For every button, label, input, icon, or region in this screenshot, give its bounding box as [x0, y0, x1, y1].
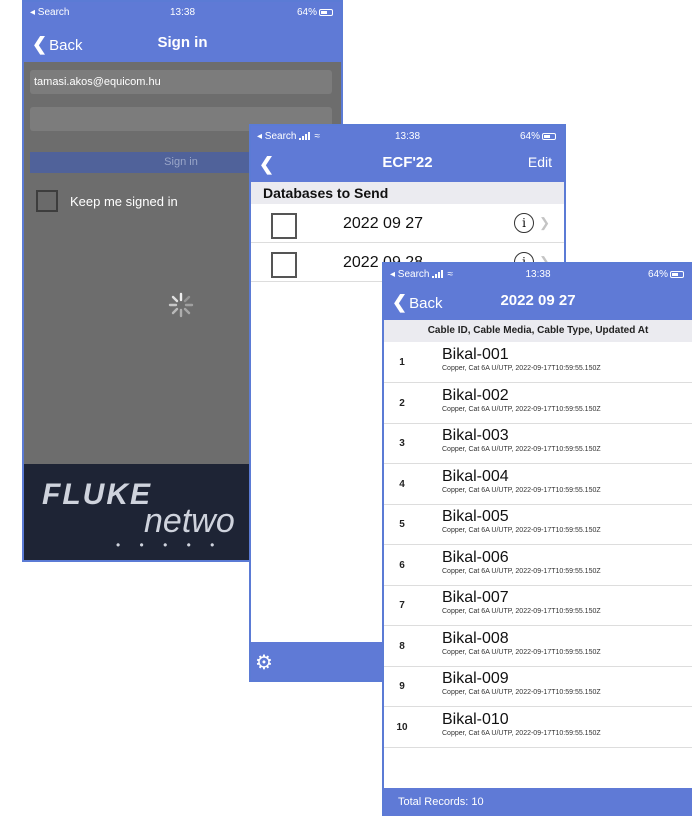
- records-column-header: Cable ID, Cable Media, Cable Type, Updat…: [384, 320, 692, 342]
- cable-id: Bikal-003: [442, 427, 509, 444]
- row-number: 7: [399, 600, 405, 611]
- chevron-left-icon: ❮: [392, 292, 408, 312]
- table-row[interactable]: 5 Bikal-005 Copper, Cat 6A U/UTP, 2022-09-…: [384, 505, 692, 545]
- status-back-search[interactable]: ◂ Search: [30, 7, 69, 18]
- status-bar: ◂ Search 13:38 64%: [24, 2, 341, 22]
- cable-id: Bikal-001: [442, 346, 509, 363]
- chevron-left-icon: ❮: [259, 154, 275, 174]
- row-number: 8: [399, 640, 405, 652]
- table-row[interactable]: 6 Bikal-006 Copper, Cat 6A U/UTP, 2022-09-…: [384, 546, 692, 586]
- back-button[interactable]: ❮ Back: [32, 34, 82, 55]
- chevron-right-icon: ❯: [539, 215, 550, 230]
- section-header: Databases to Send: [251, 182, 564, 204]
- gear-icon[interactable]: ⚙: [255, 650, 273, 675]
- records-navbar: ◂ Search ≈ 13:38 64% ❮ Back 2022 09 27: [384, 264, 692, 320]
- cable-details: Copper, Cat 6A U/UTP, 2022-09-17T10:59:5…: [442, 689, 601, 696]
- cable-id: Bikal-006: [442, 548, 509, 566]
- cable-id: Bikal-010: [442, 710, 509, 728]
- table-row[interactable]: 9 Bikal-009 Copper, Cat 6A U/UTP, 2022-09-…: [384, 667, 692, 707]
- page-title: Sign in: [157, 34, 208, 51]
- records-screen: ◂ Search ≈ 13:38 64% ❮ Back 2022 09 27 Cab…: [382, 262, 692, 816]
- cable-details: Copper, Cat 6A U/UTP, 2022-09-17T10:59:5…: [442, 648, 601, 656]
- cable-id: Bikal-008: [442, 629, 509, 647]
- signin-navbar: ◂ Search 13:38 64% ❮ Back Sign in: [24, 2, 341, 62]
- edit-button[interactable]: Edit: [528, 154, 552, 170]
- brand-dots: • • • • •: [116, 538, 223, 552]
- database-name: 2022 09 27: [343, 215, 424, 232]
- battery-indicator: 64%: [297, 7, 333, 18]
- row-number: 1: [399, 357, 405, 368]
- back-button[interactable]: ❮ Back: [392, 292, 442, 313]
- page-title: 2022 09 27: [500, 292, 576, 309]
- signal-icon: [432, 270, 445, 278]
- row-number: 3: [399, 438, 405, 449]
- cable-details: Copper, Cat 6A U/UTP, 2022-09-17T10:59:5…: [442, 486, 601, 494]
- cable-id: Bikal-004: [442, 467, 509, 485]
- table-row[interactable]: 3 Bikal-003 Copper, Cat 6A U/UTP, 2022-09-…: [384, 424, 692, 464]
- table-row[interactable]: 7 Bikal-007 Copper, Cat 6A U/UTP, 2022-09-…: [384, 586, 692, 626]
- keep-signed-in-label: Keep me signed in: [70, 193, 178, 209]
- table-row[interactable]: 2 Bikal-002 Copper, Cat 6A U/UTP, 2022-09-…: [384, 384, 692, 424]
- table-row[interactable]: 1 Bikal-001 Copper, Cat 6A U/UTP, 2022-09-…: [384, 343, 692, 383]
- signal-icon: [299, 132, 312, 140]
- cable-details: Copper, Cat 6A U/UTP, 2022-09-17T10:59:5…: [442, 527, 601, 534]
- wifi-icon: ≈: [314, 131, 320, 142]
- loading-spinner-icon: [168, 292, 194, 318]
- status-time: 13:38: [169, 7, 196, 18]
- table-row[interactable]: 10 Bikal-010 Copper, Cat 6A U/UTP, 2022-09…: [384, 708, 692, 748]
- status-bar: ◂ Search ≈ 13:38 64%: [251, 126, 564, 146]
- checkbox[interactable]: [36, 190, 58, 212]
- cable-id: Bikal-005: [442, 508, 509, 525]
- battery-indicator: 64%: [648, 269, 684, 280]
- database-row[interactable]: 2022 09 27 i ❯: [251, 205, 564, 243]
- back-button[interactable]: ❮: [259, 154, 276, 175]
- status-time: 13:38: [394, 131, 421, 142]
- cable-details: Copper, Cat 6A U/UTP, 2022-09-17T10:59:5…: [442, 567, 601, 575]
- row-number: 10: [396, 721, 408, 733]
- status-bar: ◂ Search ≈ 13:38 64%: [384, 264, 692, 284]
- table-row[interactable]: 8 Bikal-008 Copper, Cat 6A U/UTP, 2022-09-…: [384, 627, 692, 667]
- chevron-left-icon: ❮: [32, 34, 48, 54]
- battery-icon: [670, 271, 684, 278]
- email-field[interactable]: tamasi.akos@equicom.hu: [30, 70, 332, 94]
- cable-details: Copper, Cat 6A U/UTP, 2022-09-17T10:59:5…: [442, 608, 601, 615]
- cable-id: Bikal-002: [442, 386, 509, 404]
- battery-indicator: 64%: [520, 131, 556, 142]
- databases-navbar: ◂ Search ≈ 13:38 64% ❮ ECF'22 Edit: [251, 126, 564, 182]
- cable-details: Copper, Cat 6A U/UTP, 2022-09-17T10:59:5…: [442, 405, 601, 413]
- row-number: 5: [399, 519, 405, 530]
- battery-icon: [319, 9, 333, 16]
- cable-details: Copper, Cat 6A U/UTP, 2022-09-17T10:59:5…: [442, 365, 601, 372]
- status-back-search[interactable]: ◂ Search ≈: [257, 131, 320, 142]
- cable-id: Bikal-007: [442, 589, 509, 606]
- row-number: 9: [399, 681, 405, 692]
- keep-signed-in-toggle[interactable]: Keep me signed in: [36, 190, 178, 212]
- brand-logo-fluke: FLUKE: [42, 478, 152, 511]
- checkbox[interactable]: [271, 213, 297, 239]
- cable-id: Bikal-009: [442, 670, 509, 687]
- checkbox[interactable]: [271, 252, 297, 278]
- battery-icon: [542, 133, 556, 140]
- status-back-search[interactable]: ◂ Search ≈: [390, 269, 453, 280]
- row-number: 4: [399, 478, 405, 490]
- page-title: ECF'22: [382, 154, 433, 171]
- brand-logo-networks: netwo: [144, 502, 235, 540]
- info-icon[interactable]: i: [514, 213, 534, 233]
- row-number: 6: [399, 559, 405, 571]
- wifi-icon: ≈: [447, 269, 453, 280]
- status-time: 13:38: [525, 269, 551, 280]
- row-number: 2: [399, 397, 405, 409]
- cable-details: Copper, Cat 6A U/UTP, 2022-09-17T10:59:5…: [442, 446, 601, 453]
- total-records: Total Records: 10: [384, 788, 692, 816]
- cable-details: Copper, Cat 6A U/UTP, 2022-09-17T10:59:5…: [442, 729, 601, 737]
- table-row[interactable]: 4 Bikal-004 Copper, Cat 6A U/UTP, 2022-09-…: [384, 465, 692, 505]
